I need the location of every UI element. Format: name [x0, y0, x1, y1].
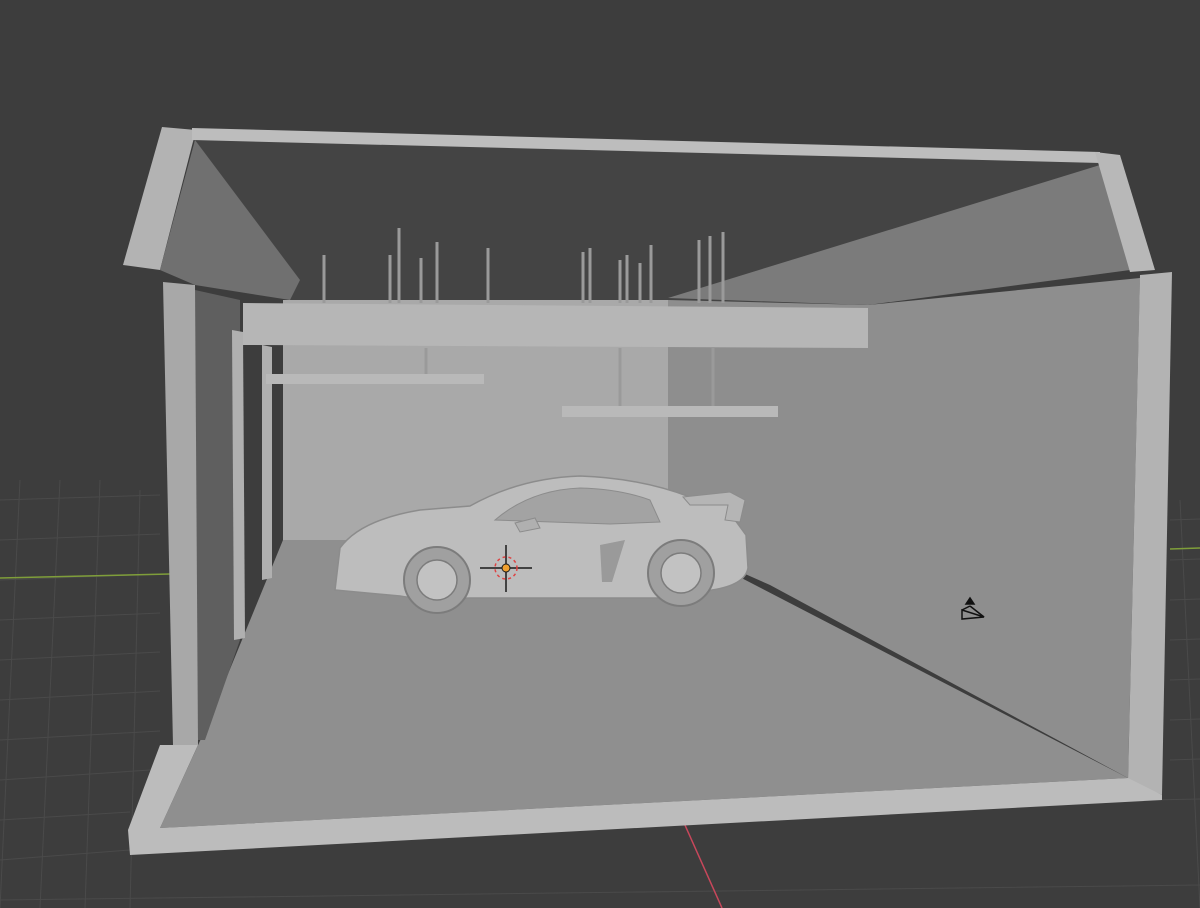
garage-door-frame — [232, 330, 245, 640]
ceiling-beam — [243, 303, 868, 348]
hanging-shelf-right — [562, 406, 778, 417]
garage-left-post — [163, 282, 198, 745]
hanging-shelf-left — [266, 374, 484, 384]
viewport-canvas[interactable] — [0, 0, 1200, 908]
x-axis-line — [0, 573, 171, 579]
x-axis-line-right — [1169, 547, 1200, 550]
car-front-rim — [416, 559, 458, 601]
car-rear-rim — [660, 552, 702, 594]
3d-viewport[interactable] — [0, 0, 1200, 908]
